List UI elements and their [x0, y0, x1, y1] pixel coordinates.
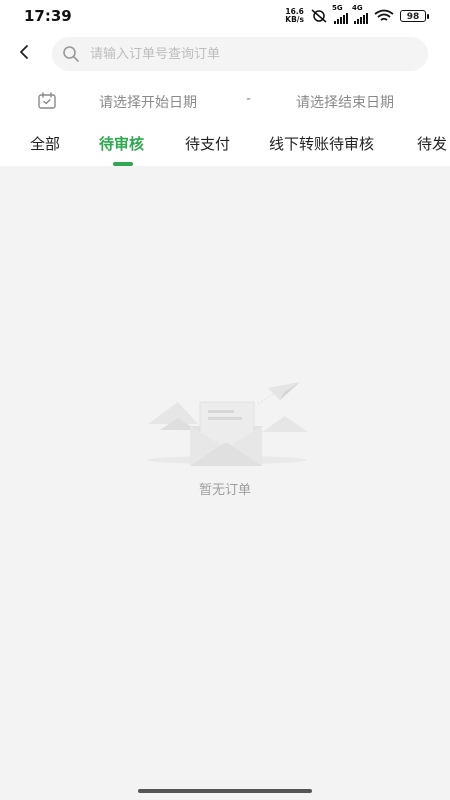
date-separator: - [246, 91, 252, 107]
chevron-left-icon [20, 45, 28, 59]
tab-all[interactable]: 全部 [30, 133, 60, 154]
search-box[interactable] [52, 37, 428, 71]
back-button[interactable] [10, 38, 38, 66]
home-bar [0, 786, 450, 800]
order-list[interactable]: 暂无订单 [0, 166, 450, 786]
home-indicator[interactable] [138, 789, 312, 793]
status-bar: 17:39 16.6 KB/s 5G 4G 98 [0, 0, 450, 32]
status-time: 17:39 [24, 7, 72, 25]
search-input[interactable] [88, 45, 392, 63]
order-status-tabs: 全部 待审核 待支付 线下转账待审核 待发 [0, 128, 450, 166]
search-icon [63, 46, 79, 62]
tab-offline-transfer-review[interactable]: 线下转账待审核 [269, 133, 374, 154]
signal-5g-icon: 5G [332, 4, 348, 24]
empty-envelope-icon [147, 382, 308, 466]
tab-pending-shipment[interactable]: 待发 [417, 133, 447, 154]
signal-4g-icon: 4G [352, 4, 368, 24]
wifi-icon [374, 9, 394, 21]
start-date-picker[interactable]: 请选择开始日期 [99, 92, 197, 112]
tab-pending-payment[interactable]: 待支付 [185, 133, 230, 154]
end-date-picker[interactable]: 请选择结束日期 [296, 92, 394, 112]
battery-icon: 98 [400, 9, 429, 22]
status-icons: 16.6 KB/s 5G 4G 98 [285, 4, 429, 24]
header [0, 32, 450, 76]
network-speed: 16.6 KB/s [285, 6, 304, 24]
empty-state-text: 暂无订单 [198, 483, 251, 498]
tab-pending-review[interactable]: 待审核 [99, 133, 144, 154]
date-range-filter: 请选择开始日期 - 请选择结束日期 [0, 84, 450, 118]
calendar-icon[interactable] [37, 91, 57, 111]
alarm-off-icon [311, 8, 327, 23]
